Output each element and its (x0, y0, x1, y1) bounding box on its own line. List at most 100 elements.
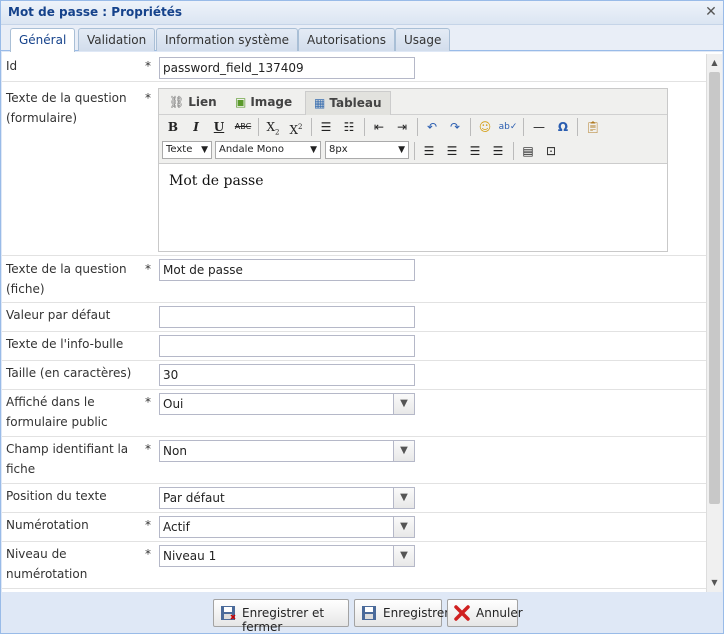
strikethrough-icon[interactable]: ABC (232, 117, 254, 137)
bullet-list-icon[interactable]: ☰ (316, 117, 336, 137)
fullscreen-icon[interactable]: ⊡ (541, 141, 561, 161)
toolbar-separator (577, 118, 578, 136)
underline-icon[interactable]: U (209, 117, 229, 137)
tooltip-label: Texte de l'info-bulle (6, 337, 124, 351)
toolbar-separator (414, 142, 415, 160)
scroll-up-icon[interactable]: ▲ (707, 56, 722, 70)
undo-icon[interactable]: ↶ (422, 117, 442, 137)
editor-tab-link[interactable]: ⛓ Lien (161, 91, 225, 115)
chevron-down-icon[interactable]: ▼ (393, 488, 414, 508)
special-char-icon[interactable]: Ω (553, 117, 573, 137)
cancel-icon (454, 605, 470, 621)
identifier-select[interactable]: Non ▼ (159, 440, 415, 462)
align-center-icon[interactable]: ☰ (442, 141, 462, 161)
outdent-icon[interactable]: ⇤ (369, 117, 389, 137)
toolbar-separator (311, 118, 312, 136)
required-mark: * (145, 262, 151, 276)
editor-toolbar-1: B I U ABC X2 X2 ☰ ☷ ⇤ ⇥ ↶ ↷ ☺ ab✓ — Ω 📋︎ (159, 115, 667, 139)
question-form-label: Texte de la question (formulaire) (6, 91, 127, 125)
indent-icon[interactable]: ⇥ (392, 117, 412, 137)
chevron-down-icon: ▼ (310, 145, 317, 155)
numbering-select[interactable]: Actif ▼ (159, 516, 415, 538)
chevron-down-icon[interactable]: ▼ (393, 546, 414, 566)
tab-usage[interactable]: Usage (395, 28, 451, 51)
superscript-icon[interactable]: X2 (286, 117, 306, 137)
default-value-label: Valeur par défaut (6, 308, 111, 322)
tab-strip: Général Validation Information système A… (1, 25, 723, 52)
toolbar-separator (513, 142, 514, 160)
numbering-level-select[interactable]: Niveau 1 ▼ (159, 545, 415, 567)
align-right-icon[interactable]: ☰ (465, 141, 485, 161)
align-left-icon[interactable]: ☰ (419, 141, 439, 161)
tab-general[interactable]: Général (10, 28, 76, 52)
format-select[interactable]: Texte ▼ (162, 141, 212, 159)
editor-content[interactable]: Mot de passe (159, 163, 667, 251)
row-identifier: Champ identifiant la fiche * Non ▼ (2, 437, 706, 484)
row-size: Taille (en caractères) 30 (2, 361, 706, 390)
required-mark: * (145, 518, 151, 532)
row-question-fiche: Texte de la question (fiche) * Mot de pa… (2, 256, 706, 303)
save-button[interactable]: Enregistrer (354, 599, 449, 627)
bold-icon[interactable]: B (163, 117, 183, 137)
redo-icon[interactable]: ↷ (445, 117, 465, 137)
row-id: Id * password_field_137409 (2, 52, 706, 82)
align-justify-icon[interactable]: ☰ (488, 141, 508, 161)
editor-toolbar-2: Texte ▼ Andale Mono ▼ 8px ▼ ☰ ☰ ☰ ☰ ▤ ⊡ (159, 139, 667, 163)
tab-system-info[interactable]: Information système (156, 28, 299, 51)
toolbar-separator (417, 118, 418, 136)
text-position-select[interactable]: Par défaut ▼ (159, 487, 415, 509)
save-icon (362, 606, 376, 620)
close-icon[interactable]: ✕ (703, 4, 719, 20)
row-default-value: Valeur par défaut (2, 303, 706, 332)
size-select[interactable]: 8px ▼ (325, 141, 409, 159)
text-position-label: Position du texte (6, 489, 107, 503)
chevron-down-icon: ▼ (398, 145, 405, 155)
default-value-field[interactable] (159, 306, 415, 328)
numbered-list-icon[interactable]: ☷ (339, 117, 359, 137)
spellcheck-icon[interactable]: ab✓ (498, 117, 518, 137)
id-label: Id (6, 59, 18, 73)
cancel-button[interactable]: Annuler (447, 599, 523, 627)
question-fiche-label: Texte de la question (fiche) (6, 262, 127, 296)
id-field[interactable]: password_field_137409 (159, 57, 415, 79)
footer-bar: Enregistrer et fermer Enregistrer Annule… (1, 593, 723, 634)
save-close-icon (221, 606, 236, 620)
row-tooltip: Texte de l'info-bulle (2, 332, 706, 361)
toolbar-separator (258, 118, 259, 136)
chevron-down-icon[interactable]: ▼ (393, 517, 414, 537)
public-display-select[interactable]: Oui ▼ (159, 393, 415, 415)
size-field[interactable]: 30 (159, 364, 415, 386)
chevron-down-icon[interactable]: ▼ (393, 394, 414, 414)
required-mark: * (145, 59, 151, 73)
tab-validation[interactable]: Validation (78, 28, 156, 51)
italic-icon[interactable]: I (186, 117, 206, 137)
tooltip-field[interactable] (159, 335, 415, 357)
required-mark: * (145, 395, 151, 409)
table-icon: ▦ (314, 96, 326, 110)
properties-window: Mot de passe : Propriétés ✕ Général Vali… (0, 0, 724, 634)
chevron-down-icon[interactable]: ▼ (393, 441, 414, 461)
save-and-close-button[interactable]: Enregistrer et fermer (213, 599, 349, 634)
chevron-down-icon: ▼ (201, 145, 208, 155)
title-bar: Mot de passe : Propriétés ✕ (1, 1, 723, 25)
subscript-icon[interactable]: X2 (263, 117, 283, 137)
scroll-thumb[interactable] (709, 72, 720, 504)
horizontal-rule-icon[interactable]: — (529, 117, 549, 137)
question-fiche-field[interactable]: Mot de passe (159, 259, 415, 281)
size-label: Taille (en caractères) (6, 366, 132, 380)
source-icon[interactable]: ▤ (518, 141, 538, 161)
scroll-down-icon[interactable]: ▼ (707, 576, 722, 590)
row-text-position: Position du texte Par défaut ▼ (2, 484, 706, 513)
paste-icon[interactable]: 📋︎ (583, 117, 603, 137)
font-select[interactable]: Andale Mono ▼ (215, 141, 321, 159)
numbering-level-label: Niveau de numérotation (6, 547, 88, 581)
tab-authorizations[interactable]: Autorisations (298, 28, 395, 51)
vertical-scrollbar[interactable]: ▲ ▼ (706, 54, 722, 592)
emoticon-icon[interactable]: ☺ (475, 117, 495, 137)
editor-tab-table[interactable]: ▦ Tableau (305, 91, 391, 115)
form-body: Id * password_field_137409 Texte de la q… (2, 52, 722, 592)
toolbar-separator (470, 118, 471, 136)
required-mark: * (145, 442, 151, 456)
editor-tab-image[interactable]: ▣ Image (227, 91, 300, 115)
public-display-label: Affiché dans le formulaire public (6, 395, 108, 429)
